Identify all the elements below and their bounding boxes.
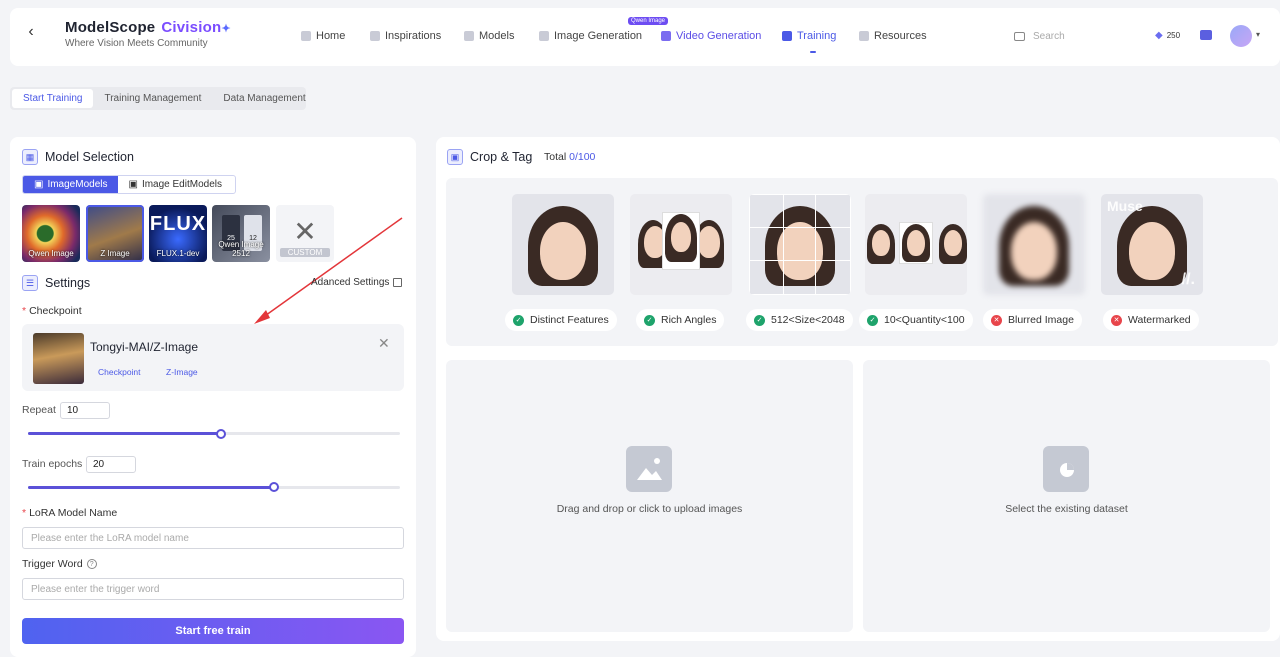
upload-hint: Drag and drop or click to upload images <box>556 503 743 515</box>
image-icon: ▣ <box>34 179 44 190</box>
brand-name: ModelScope <box>65 19 156 36</box>
nav-models[interactable]: Models <box>464 30 514 42</box>
example-image-size <box>749 194 851 295</box>
lora-name-label: * LoRA Model Name <box>22 507 118 519</box>
search-input[interactable] <box>1033 30 1123 42</box>
nav-home[interactable]: Home <box>301 30 345 42</box>
cross-icon: ✕ <box>1111 314 1122 326</box>
nav-video-generation[interactable]: Video Generation <box>661 30 761 42</box>
tag-size-range: ✓ 512<Size<2048 <box>746 309 853 331</box>
grid-icon: ▦ <box>22 149 38 165</box>
qwen-image-badge: Qwen Image <box>628 17 669 25</box>
watermark-logo-icon: //. <box>1181 271 1195 288</box>
check-icon: ✓ <box>867 314 878 326</box>
credits-display[interactable]: ◆ 250 <box>1155 30 1180 41</box>
epochs-label: Train epochs <box>22 458 83 470</box>
repeat-label: Repeat <box>22 404 56 416</box>
nav-image-generation[interactable]: Image Generation <box>539 30 642 42</box>
nav-resources[interactable]: Resources <box>859 30 927 42</box>
advanced-settings-link[interactable]: Adanced Settings <box>311 277 403 288</box>
example-image-distinct <box>512 194 614 295</box>
dataset-folder-icon <box>1043 446 1089 492</box>
settings-heading: ☰ Settings <box>22 275 90 291</box>
trigger-word-input[interactable] <box>22 578 404 600</box>
resources-icon <box>859 31 869 41</box>
lora-name-input[interactable] <box>22 527 404 549</box>
image-gen-icon <box>539 31 549 41</box>
brand-tagline: Where Vision Meets Community <box>65 38 208 49</box>
checkpoint-label: * Checkpoint <box>22 305 82 317</box>
cube-icon <box>464 31 474 41</box>
tab-start-training[interactable]: Start Training <box>12 89 94 108</box>
image-edit-icon: ▣ <box>128 179 138 190</box>
model-card-flux[interactable]: FLUX FLUX.1-dev <box>149 205 207 262</box>
diamond-icon: ◆ <box>1155 30 1163 41</box>
close-icon[interactable]: ✕ <box>378 335 390 352</box>
tag-rich-angles: ✓ Rich Angles <box>636 309 725 331</box>
back-button[interactable]: ‹ <box>20 21 42 43</box>
advanced-settings-icon <box>393 278 403 287</box>
epochs-slider-handle[interactable] <box>268 482 279 492</box>
tab-training-management[interactable]: Training Management <box>93 89 212 108</box>
annotation-arrow <box>254 217 403 324</box>
model-card-qwen-image[interactable]: Qwen Image <box>22 205 80 262</box>
cross-icon: ✕ <box>991 314 1002 326</box>
help-icon[interactable]: ? <box>86 559 97 569</box>
total-count: Total 0/100 <box>544 151 596 163</box>
tag-distinct-features: ✓ Distinct Features <box>505 309 617 331</box>
tag-watermarked: ✕ Watermarked <box>1103 309 1199 331</box>
model-selection-heading: ▦ Model Selection <box>22 149 134 165</box>
chevron-down-icon[interactable]: ▾ <box>1256 30 1260 39</box>
image-models-toggle[interactable]: ▣ ImageModels <box>23 176 119 193</box>
epochs-input[interactable] <box>86 456 136 473</box>
example-image-angles <box>630 194 732 295</box>
nav-inspirations[interactable]: Inspirations <box>370 30 441 42</box>
credits-value: 250 <box>1166 31 1181 40</box>
training-tabs: Start Training Training Management Data … <box>10 87 306 110</box>
flux-art-text: FLUX <box>149 213 207 235</box>
settings-icon: ☰ <box>22 275 38 291</box>
tag-quantity-range: ✓ 10<Quantity<100 <box>859 309 973 331</box>
repeat-input[interactable] <box>60 402 110 419</box>
search-box[interactable] <box>1010 26 1138 46</box>
nav-active-indicator <box>810 51 816 53</box>
home-icon <box>301 31 311 41</box>
trigger-word-label: Trigger Word? <box>22 558 97 570</box>
tab-data-management[interactable]: Data Management <box>212 89 316 108</box>
watermark-text: Muse <box>1107 198 1143 214</box>
checkpoint-name: Tongyi-MAI/Z-Image <box>90 340 199 354</box>
message-icon[interactable] <box>1200 30 1212 40</box>
bulb-icon <box>370 31 380 41</box>
crop-tag-heading: ▣ Crop & Tag <box>447 149 532 165</box>
training-icon <box>782 31 792 41</box>
start-train-button[interactable]: Start free train <box>22 618 404 644</box>
model-card-z-image[interactable]: Z Image <box>86 205 144 262</box>
model-type-toggle: ▣ ImageModels ▣ Image EditModels <box>22 175 236 194</box>
brand-logo[interactable]: ModelScope Civision✦ <box>65 19 231 36</box>
check-icon: ✓ <box>754 314 765 326</box>
nav-training[interactable]: Training <box>782 30 836 42</box>
spark-icon: ✦ <box>221 23 231 35</box>
search-icon <box>1014 31 1025 41</box>
epochs-slider-fill <box>28 486 274 489</box>
avatar[interactable] <box>1230 25 1252 47</box>
example-image-blurred <box>983 194 1085 295</box>
checkpoint-thumbnail <box>33 333 84 384</box>
repeat-slider-fill <box>28 432 222 435</box>
tag-blurred-image: ✕ Blurred Image <box>983 309 1082 331</box>
video-gen-icon <box>661 31 671 41</box>
upload-image-icon <box>626 446 672 492</box>
example-image-watermarked: Muse //. <box>1101 194 1203 295</box>
check-icon: ✓ <box>513 314 524 326</box>
existing-dataset-hint: Select the existing dataset <box>1005 503 1128 515</box>
check-icon: ✓ <box>644 314 655 326</box>
image-edit-models-toggle[interactable]: ▣ Image EditModels <box>118 176 232 193</box>
brand-sub: Civision <box>161 19 222 36</box>
checkpoint-tag: Z-Image <box>166 367 198 377</box>
image-icon: ▣ <box>447 149 463 165</box>
checkpoint-tag: Checkpoint <box>98 367 141 377</box>
existing-dataset-picker[interactable] <box>863 360 1270 632</box>
upload-dropzone[interactable] <box>446 360 853 632</box>
example-image-quantity <box>865 194 967 295</box>
